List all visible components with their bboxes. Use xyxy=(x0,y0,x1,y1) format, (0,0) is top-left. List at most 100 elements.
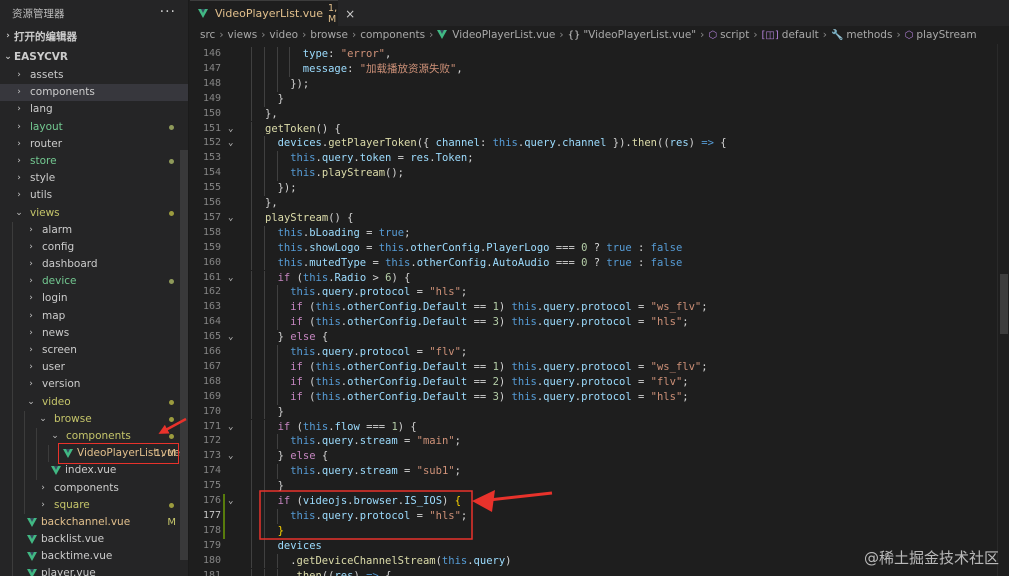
code-line[interactable]: 173 ⌄} else { xyxy=(190,449,1009,465)
editor-scrollbar-thumb[interactable] xyxy=(1000,274,1008,334)
tree-item[interactable]: › device xyxy=(0,273,188,291)
fold-chevron-icon[interactable]: ⌄ xyxy=(228,122,238,137)
code-token: this xyxy=(511,301,537,314)
code-line[interactable]: 166 this.query.protocol = "flv"; xyxy=(190,345,1009,360)
code-line[interactable]: 167 if (this.otherConfig.Default == 1) th… xyxy=(190,359,1009,375)
code-line[interactable]: 152 ⌄ devices.getPlayerToken({ channel: th… xyxy=(190,136,1009,152)
code-line[interactable]: 176 ⌄ if (videojs.browser.IS_IOS) { xyxy=(190,494,1009,509)
tree-item[interactable]: VideoPlayerList.vue 1, M xyxy=(0,443,188,465)
tree-item[interactable]: › components xyxy=(0,479,188,497)
code-line[interactable]: 155}); xyxy=(190,181,1009,196)
code-line[interactable]: 170} xyxy=(190,404,1009,420)
code-line[interactable]: 175} xyxy=(190,479,1009,494)
code-line[interactable]: 156}, xyxy=(190,196,1009,211)
tree-item[interactable]: › screen xyxy=(0,342,188,360)
breadcrumb-item[interactable]: {} "VideoPlayerList.vue" xyxy=(568,29,697,41)
breadcrumb-item[interactable]: video xyxy=(269,29,298,41)
tree-item[interactable]: › login xyxy=(0,290,188,308)
code-line[interactable]: 153 this.query.token = res.Token; xyxy=(190,151,1009,167)
tree-item[interactable]: › map xyxy=(0,307,188,325)
project-section[interactable]: ⌄ EASYCVR xyxy=(0,47,188,67)
editor-scrollbar[interactable] xyxy=(997,44,1009,576)
code-token: this xyxy=(315,375,341,388)
code-line[interactable]: 169 if (this.otherConfig.Default == 3) th… xyxy=(190,389,1009,405)
tree-item[interactable]: › lang xyxy=(0,101,188,118)
fold-chevron-icon[interactable]: ⌄ xyxy=(228,420,238,435)
code-line[interactable]: 168 if (this.otherConfig.Default == 2) th… xyxy=(190,374,1009,390)
code-token: ; xyxy=(682,375,689,388)
breadcrumb-item[interactable]: 🔧 methods xyxy=(831,29,892,41)
sidebar-scrollbar[interactable] xyxy=(180,150,188,560)
tree-item[interactable]: ⌄ video xyxy=(0,393,188,411)
code-line[interactable]: 151 ⌄ getToken() { xyxy=(190,121,1009,137)
tree-item[interactable]: backlist.vue xyxy=(0,531,188,549)
fold-chevron-icon[interactable]: ⌄ xyxy=(228,271,238,286)
code-line[interactable]: 150}, xyxy=(190,106,1009,122)
tree-item[interactable]: › version xyxy=(0,376,188,394)
breadcrumb-item[interactable]: browse xyxy=(310,29,348,41)
breadcrumb-item[interactable]: ⬡ script xyxy=(708,29,749,41)
code-line[interactable]: 157 ⌄ playStream() { xyxy=(190,210,1009,226)
tree-item[interactable]: › dashboard xyxy=(0,256,188,274)
tree-item[interactable]: backchannel.vue M xyxy=(0,513,188,532)
close-icon[interactable]: × xyxy=(345,7,355,21)
indent-guide xyxy=(276,553,278,569)
tree-item[interactable]: ⌄ browse xyxy=(0,410,188,428)
code-line[interactable]: 174 this.query.stream = "sub1"; xyxy=(190,464,1009,480)
breadcrumb-item[interactable]: views xyxy=(228,29,258,41)
fold-chevron-icon[interactable]: ⌄ xyxy=(228,211,238,226)
tree-item[interactable]: backtime.vue xyxy=(0,548,188,566)
tree-item[interactable]: › utils xyxy=(0,187,188,204)
code-line[interactable]: 181 .then((res) => { xyxy=(190,568,1009,576)
code-line[interactable]: 159 this.showLogo = this.otherConfig.Play… xyxy=(190,240,1009,256)
tree-item[interactable]: › style xyxy=(0,170,188,187)
tree-item[interactable]: index.vue xyxy=(0,462,188,480)
code-line[interactable]: 158 this.bLoading = true; xyxy=(190,225,1009,241)
code-line[interactable]: 177 this.query.protocol = "hls"; xyxy=(190,508,1009,524)
breadcrumb-item[interactable]: components xyxy=(360,29,425,41)
code-line[interactable]: 146 type: "error", xyxy=(190,47,1009,62)
code-line[interactable]: 149} xyxy=(190,91,1009,107)
code-line[interactable]: 178} xyxy=(190,523,1009,539)
tab-videoplayerlist[interactable]: VideoPlayerList.vue 1, M × xyxy=(190,0,355,26)
code-token: IS_IOS xyxy=(404,495,443,507)
code-line[interactable]: 164 if (this.otherConfig.Default == 3) th… xyxy=(190,315,1009,331)
tree-item[interactable]: › config xyxy=(0,238,188,257)
code-line[interactable]: 172 this.query.stream = "main"; xyxy=(190,434,1009,450)
code-line[interactable]: 147 message: "加载播放资源失败", xyxy=(190,61,1009,77)
more-actions-icon[interactable]: ··· xyxy=(160,4,176,20)
breadcrumb-item[interactable]: VideoPlayerList.vue xyxy=(437,29,555,41)
code-token: protocol xyxy=(581,316,632,329)
tree-item[interactable]: › news xyxy=(0,324,188,342)
code-line[interactable]: 171 ⌄ if (this.flow === 1) { xyxy=(190,419,1009,435)
code-view[interactable]: 146 type: "error", 147 message: "加载播放资源失败",… xyxy=(190,44,1009,576)
tree-item[interactable]: › user xyxy=(0,359,188,377)
fold-chevron-icon[interactable]: ⌄ xyxy=(228,330,238,345)
code-token: if xyxy=(290,301,303,314)
tree-item[interactable]: › router xyxy=(0,136,188,153)
tree-item[interactable]: › components xyxy=(0,84,188,102)
code-line[interactable]: 161 ⌄ if (this.Radio > 6) { xyxy=(190,270,1009,286)
code-line[interactable]: 148}); xyxy=(190,76,1009,92)
fold-chevron-icon[interactable]: ⌄ xyxy=(228,494,238,509)
code-line[interactable]: 165 ⌄} else { xyxy=(190,330,1009,345)
breadcrumb-item[interactable]: [◫] default xyxy=(762,29,819,41)
tree-item[interactable]: ⌄ views xyxy=(0,205,188,222)
breadcrumb-item[interactable]: src xyxy=(200,29,215,41)
tree-item[interactable]: › alarm xyxy=(0,221,188,239)
tree-item[interactable]: › assets xyxy=(0,67,188,84)
tree-item[interactable]: player.vue xyxy=(0,565,188,576)
code-line[interactable]: 154 this.playStream(); xyxy=(190,166,1009,182)
breadcrumb-item[interactable]: ⬡ playStream xyxy=(905,29,977,41)
fold-chevron-icon[interactable]: ⌄ xyxy=(228,449,238,464)
tree-item[interactable]: › store xyxy=(0,153,188,170)
open-editors-section[interactable]: › 打开的编辑器 xyxy=(0,26,188,46)
fold-chevron-icon[interactable]: ⌄ xyxy=(228,136,238,151)
tree-item[interactable]: › square xyxy=(0,496,188,514)
tree-item[interactable]: › layout xyxy=(0,119,188,136)
code-token: if xyxy=(277,495,291,507)
code-line[interactable]: 160 this.mutedType = this.otherConfig.Aut… xyxy=(190,255,1009,271)
code-line[interactable]: 162 this.query.protocol = "hls"; xyxy=(190,285,1009,301)
tree-item-label: version xyxy=(42,378,81,391)
code-line[interactable]: 163 if (this.otherConfig.Default == 1) th… xyxy=(190,300,1009,316)
